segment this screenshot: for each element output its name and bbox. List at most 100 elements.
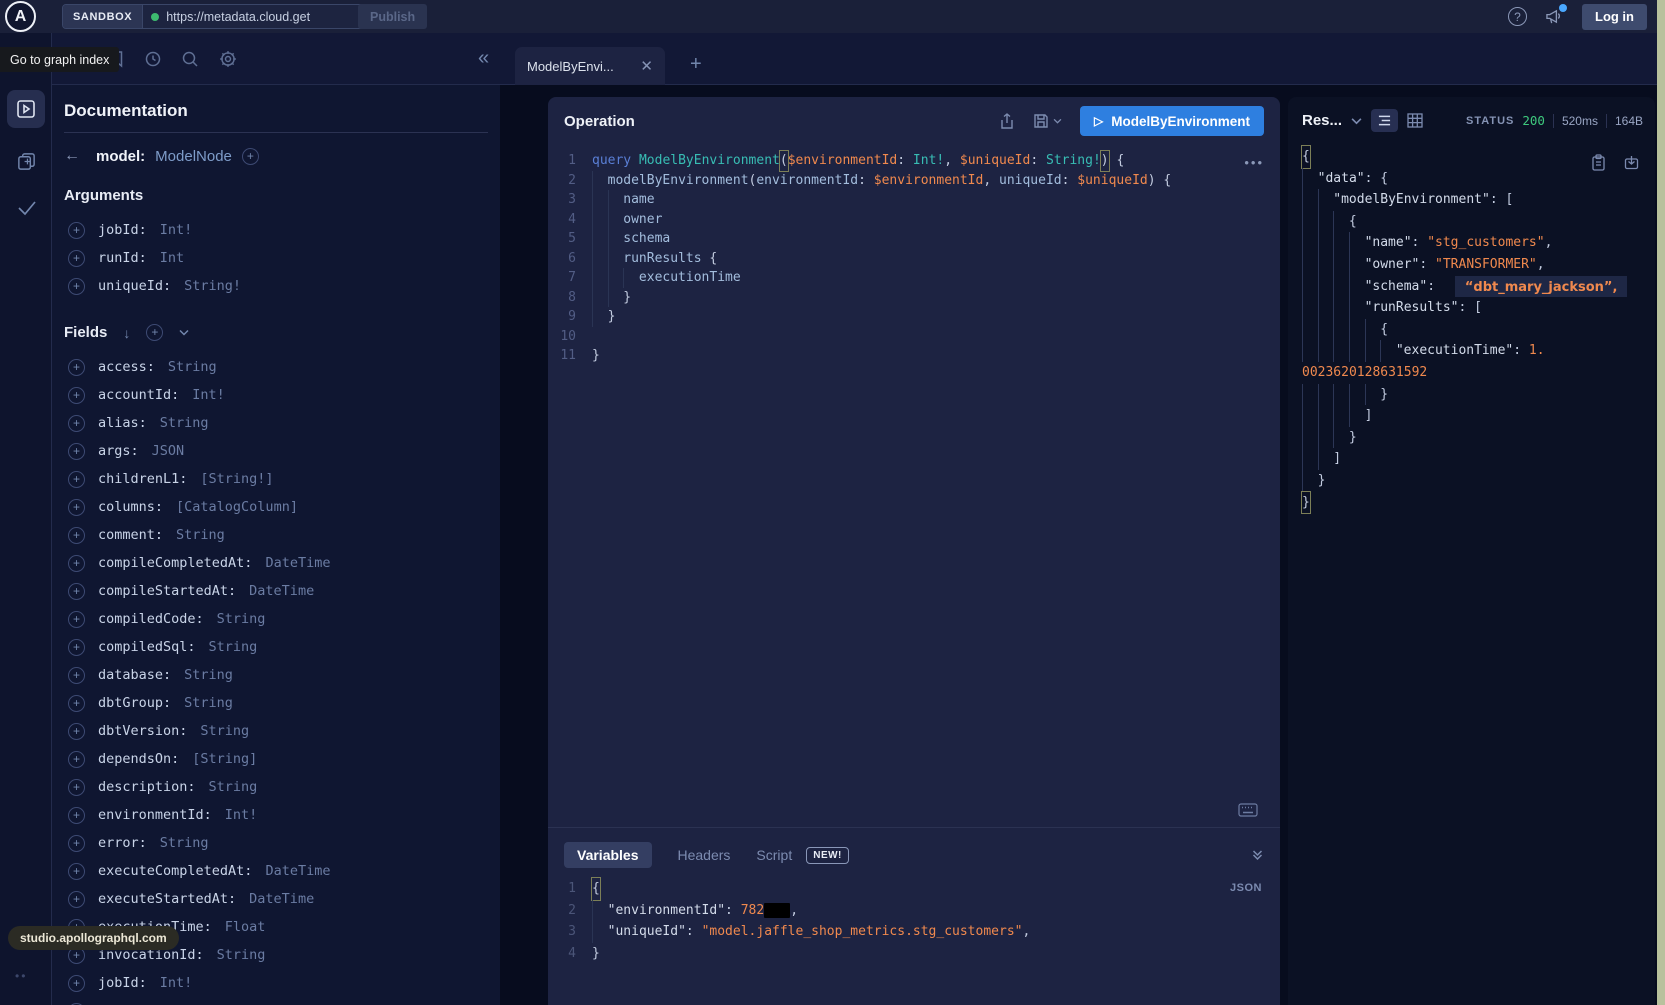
collapse-variables-icon[interactable] xyxy=(1251,849,1264,861)
add-field-icon[interactable]: + xyxy=(68,723,85,740)
history-icon[interactable] xyxy=(144,50,162,68)
docs-type-link[interactable]: ModelNode xyxy=(155,148,232,165)
field-row[interactable]: +columns:[CatalogColumn] xyxy=(64,493,488,521)
back-arrow-icon[interactable]: ← xyxy=(64,147,86,165)
field-row[interactable]: +compileStartedAt:DateTime xyxy=(64,577,488,605)
field-type[interactable]: [String!] xyxy=(200,471,273,487)
field-type[interactable]: String xyxy=(160,415,209,431)
field-row[interactable]: +dbtGroup:String xyxy=(64,689,488,717)
add-field-icon[interactable]: + xyxy=(68,667,85,684)
add-field-icon[interactable]: + xyxy=(68,583,85,600)
announcements-icon[interactable] xyxy=(1545,8,1564,25)
field-row[interactable]: +runId:Int xyxy=(64,244,488,272)
sort-fields-icon[interactable]: ↓ xyxy=(123,325,130,341)
field-row[interactable]: +alias:String xyxy=(64,409,488,437)
collapse-docs-icon[interactable]: « xyxy=(478,47,489,70)
field-type[interactable]: Int! xyxy=(160,975,193,991)
field-type[interactable]: Int xyxy=(160,250,184,266)
add-field-icon[interactable]: + xyxy=(68,359,85,376)
keyboard-shortcuts-icon[interactable] xyxy=(1238,803,1258,817)
field-row[interactable]: +childrenL1:[String!] xyxy=(64,465,488,493)
field-row[interactable]: +compileCompletedAt:DateTime xyxy=(64,549,488,577)
field-row[interactable]: +error:String xyxy=(64,829,488,857)
field-row[interactable]: +access:String xyxy=(64,353,488,381)
endpoint-url-input[interactable]: https://metadata.cloud.get xyxy=(143,5,358,28)
variables-editor[interactable]: 1{2"environmentId": 782,3"uniqueId": "mo… xyxy=(548,878,1280,964)
gear-icon[interactable] xyxy=(219,50,237,68)
field-type[interactable]: Int! xyxy=(192,387,225,403)
search-icon[interactable] xyxy=(181,50,199,68)
close-tab-icon[interactable]: ✕ xyxy=(640,57,653,75)
add-field-icon[interactable]: + xyxy=(68,611,85,628)
view-raw-icon[interactable] xyxy=(1371,109,1398,132)
field-type[interactable]: String xyxy=(209,639,258,655)
field-row[interactable]: +dependsOn:[String] xyxy=(64,745,488,773)
add-field-icon[interactable]: + xyxy=(68,891,85,908)
field-row[interactable]: +compiledCode:String xyxy=(64,605,488,633)
field-type[interactable]: String xyxy=(184,695,233,711)
new-tab-button[interactable]: + xyxy=(690,53,702,76)
field-row[interactable]: +jobId:Int! xyxy=(64,969,488,997)
field-row[interactable]: +jobId:Int! xyxy=(64,216,488,244)
field-type[interactable]: JSON xyxy=(152,443,185,459)
add-field-icon[interactable]: + xyxy=(68,443,85,460)
tab-modelbyenvironment[interactable]: ModelByEnvi... ✕ xyxy=(515,47,665,85)
response-dropdown-icon[interactable] xyxy=(1351,117,1362,125)
run-operation-button[interactable]: ▷ ModelByEnvironment xyxy=(1080,106,1264,136)
add-field-icon[interactable]: + xyxy=(68,835,85,852)
field-row[interactable]: +description:String xyxy=(64,773,488,801)
add-field-icon[interactable]: + xyxy=(68,751,85,768)
tab-script[interactable]: Script xyxy=(756,847,792,863)
operation-menu-icon[interactable]: ••• xyxy=(1244,155,1264,170)
field-row[interactable]: +materializedType:String xyxy=(64,997,488,1005)
share-icon[interactable] xyxy=(999,113,1015,130)
operation-editor[interactable]: 1query ModelByEnvironment($environmentId… xyxy=(548,151,1280,366)
add-field-icon[interactable]: + xyxy=(68,555,85,572)
field-row[interactable]: +dbtVersion:String xyxy=(64,717,488,745)
field-type[interactable]: Int! xyxy=(160,222,193,238)
add-field-icon[interactable]: + xyxy=(68,695,85,712)
field-type[interactable]: DateTime xyxy=(265,863,330,879)
field-row[interactable]: +executeCompletedAt:DateTime xyxy=(64,857,488,885)
add-field-icon[interactable]: + xyxy=(68,250,85,267)
copy-response-icon[interactable] xyxy=(1591,154,1606,171)
add-field-icon[interactable]: + xyxy=(68,387,85,404)
field-row[interactable]: +accountId:Int! xyxy=(64,381,488,409)
add-field-icon[interactable]: + xyxy=(68,779,85,796)
add-field-icon[interactable]: + xyxy=(68,527,85,544)
download-response-icon[interactable] xyxy=(1624,154,1639,171)
help-icon[interactable]: ? xyxy=(1508,7,1527,26)
field-row[interactable]: +database:String xyxy=(64,661,488,689)
tab-variables[interactable]: Variables xyxy=(564,842,652,868)
nav-checks-button[interactable] xyxy=(16,199,38,217)
add-field-icon[interactable]: + xyxy=(68,639,85,656)
field-type[interactable]: Float xyxy=(225,919,266,935)
view-table-icon[interactable] xyxy=(1407,113,1423,128)
publish-button[interactable]: Publish xyxy=(358,4,427,29)
field-row[interactable]: +args:JSON xyxy=(64,437,488,465)
field-type[interactable]: String xyxy=(184,667,233,683)
add-field-icon[interactable]: + xyxy=(68,471,85,488)
field-row[interactable]: +environmentId:Int! xyxy=(64,801,488,829)
field-type[interactable]: [CatalogColumn] xyxy=(176,499,298,515)
field-type[interactable]: DateTime xyxy=(249,583,314,599)
add-field-icon[interactable]: + xyxy=(68,863,85,880)
add-all-fields-icon[interactable]: + xyxy=(146,324,163,341)
add-field-icon[interactable]: + xyxy=(68,278,85,295)
field-type[interactable]: DateTime xyxy=(249,891,314,907)
add-field-icon[interactable]: + xyxy=(68,222,85,239)
field-type[interactable]: Int! xyxy=(225,807,258,823)
field-type[interactable]: String xyxy=(200,723,249,739)
field-row[interactable]: +executeStartedAt:DateTime xyxy=(64,885,488,913)
apollo-logo[interactable]: A xyxy=(5,1,36,32)
add-field-icon[interactable]: + xyxy=(68,415,85,432)
field-type[interactable]: String xyxy=(209,779,258,795)
field-row[interactable]: +comment:String xyxy=(64,521,488,549)
save-icon[interactable] xyxy=(1033,113,1062,129)
chevron-down-icon[interactable] xyxy=(179,329,189,336)
add-field-icon[interactable]: + xyxy=(68,807,85,824)
field-row[interactable]: +uniqueId:String! xyxy=(64,272,488,300)
field-type[interactable]: String xyxy=(160,835,209,851)
field-type[interactable]: DateTime xyxy=(265,555,330,571)
login-button[interactable]: Log in xyxy=(1582,4,1647,30)
